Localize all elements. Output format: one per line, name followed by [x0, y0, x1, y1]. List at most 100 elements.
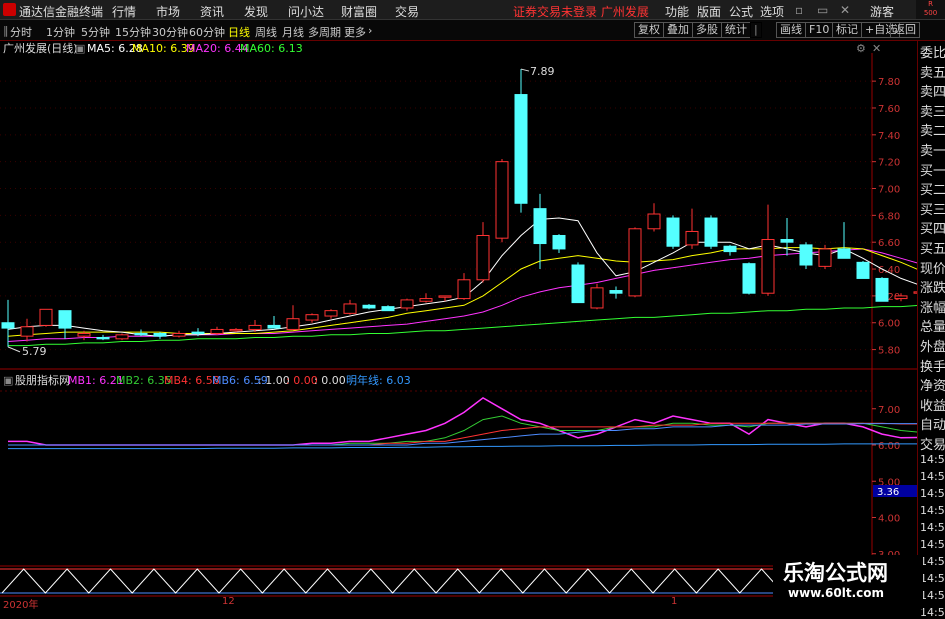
candle-down [799, 244, 813, 266]
menu-item-discover[interactable]: 发现 [244, 3, 268, 20]
guest-label[interactable]: 游客 [870, 3, 894, 20]
tab-monthly[interactable]: 月线 [282, 24, 304, 40]
y-tick-label: 6.00 [878, 441, 900, 452]
minimize-icon[interactable]: ▫ [795, 3, 803, 17]
y-tick-label: 5.80 [878, 346, 900, 357]
ma60-line [8, 305, 917, 347]
y-tick-label: 7.00 [878, 185, 900, 196]
main-chart-close-icon[interactable]: ✕ [872, 42, 881, 55]
candle-up [457, 279, 471, 300]
adjust-button[interactable]: 复权 [634, 22, 664, 38]
trade-time-label: 14:56 [920, 589, 945, 602]
corner-badge: R 500 [916, 0, 945, 19]
trade-time-label: 14:56 [920, 487, 945, 500]
candle-up [894, 295, 908, 300]
menu-item-function[interactable]: 功能 [665, 3, 689, 20]
statistics-button[interactable]: 统计 [721, 22, 751, 38]
tab-daily[interactable]: 日线 [228, 24, 250, 40]
menu-item-ask[interactable]: 问小达 [288, 3, 324, 20]
menu-item-market[interactable]: 市场 [156, 3, 180, 20]
trade-time-label: 14:56 [920, 453, 945, 466]
y-tick-label: 7.00 [878, 405, 900, 416]
indicator-settings-icon[interactable]: ▣ [3, 374, 13, 387]
candle-down [609, 290, 623, 294]
candle-up [229, 328, 243, 332]
chart-area[interactable]: 广州发展(日线) ▣ MA5: 6.28 MA10: 6.39 MA20: 6.… [0, 41, 917, 609]
tab-1min[interactable]: 1分钟 [46, 24, 75, 40]
candle-down [704, 217, 718, 247]
tab-5min[interactable]: 5分钟 [81, 24, 110, 40]
low-price-label: 5.79 [22, 345, 47, 358]
high-price-label: 7.89 [530, 65, 555, 78]
draw-button[interactable]: 画线 [776, 22, 806, 38]
mark-button[interactable]: 标记 [832, 22, 862, 38]
quote-panel-label[interactable]: 卖一 [920, 140, 945, 159]
quote-panel-label[interactable]: 净资 [920, 375, 945, 394]
tab-intraday[interactable]: 分时 [10, 24, 32, 40]
quote-panel-label[interactable]: 委比 [920, 42, 945, 61]
chevron-right-icon[interactable]: › [368, 24, 372, 37]
candle-up [400, 299, 414, 309]
y-tick-label: 6.80 [878, 211, 900, 222]
quote-panel-label[interactable]: 交易 [920, 434, 945, 453]
app-title: 通达信金融终端 [19, 5, 104, 19]
close-icon[interactable]: ✕ [840, 3, 850, 17]
candle-down [875, 277, 889, 302]
quote-panel-label[interactable]: 换手 [920, 356, 945, 375]
menu-item-formula[interactable]: 公式 [729, 3, 753, 20]
tab-30min[interactable]: 30分钟 [152, 24, 188, 40]
login-warning[interactable]: 证券交易未登录 广州发展 [513, 3, 649, 20]
quote-panel-label[interactable]: 买三 [920, 199, 945, 218]
watermark-banner: 乐淘公式网 www.60lt.com [773, 555, 923, 609]
trade-time-label: 14:56 [920, 538, 945, 551]
quote-panel-label[interactable]: 现价 [920, 258, 945, 277]
candle-down [1, 322, 15, 329]
candle-up [115, 334, 129, 340]
quote-panel-label[interactable]: 涨跌 [920, 277, 945, 296]
candle-up [77, 332, 91, 337]
back-button[interactable]: 返回 [890, 22, 920, 38]
candle-down [134, 332, 148, 336]
menu-item-layout[interactable]: 版面 [697, 3, 721, 20]
overlay-button[interactable]: 叠加 [663, 22, 693, 38]
window-icon[interactable]: ▭ [817, 3, 828, 17]
quote-panel-label[interactable]: 卖二 [920, 120, 945, 139]
menu-item-quotes[interactable]: 行情 [112, 3, 136, 20]
quote-panel-label[interactable]: 外盘 [920, 336, 945, 355]
indicator-marker-text: 3.36 [877, 487, 899, 498]
tab-more[interactable]: 更多 [344, 24, 366, 40]
indicator-title: 股朋指标网 [15, 373, 70, 387]
candle-up [590, 287, 604, 309]
quote-panel-label[interactable]: 自动 [920, 414, 945, 433]
quote-panel-label[interactable]: 买五 [920, 238, 945, 257]
main-chart-settings-icon[interactable]: ▣ [75, 42, 85, 55]
menu-item-options[interactable]: 选项 [760, 3, 784, 20]
quote-panel-label[interactable]: 卖五 [920, 62, 945, 81]
quote-panel-label[interactable]: 买四 [920, 218, 945, 237]
multi-stock-button[interactable]: 多股 [692, 22, 722, 38]
candle-down [666, 217, 680, 247]
tab-multi-period[interactable]: 多周期 [308, 24, 341, 40]
tab-weekly[interactable]: 周线 [255, 24, 277, 40]
main-chart-gear-icon[interactable]: ⚙ [856, 42, 866, 55]
menu-item-wealth[interactable]: 财富圈 [341, 3, 377, 20]
quote-panel-label[interactable]: 总量 [920, 316, 945, 335]
menu-item-trade[interactable]: 交易 [395, 3, 419, 20]
quote-panel-label[interactable]: 买二 [920, 179, 945, 198]
candle-up [647, 213, 661, 230]
quote-panel-label[interactable]: 卖四 [920, 81, 945, 100]
quote-panel-label[interactable]: 卖三 [920, 101, 945, 120]
tab-15min[interactable]: 15分钟 [115, 24, 151, 40]
low-price-leader [7, 346, 21, 353]
quote-panel-label[interactable]: 收益 [920, 395, 945, 414]
y-tick-label: 7.80 [878, 77, 900, 88]
candle-up [248, 324, 262, 330]
menu-item-news[interactable]: 资讯 [200, 3, 224, 20]
misc-value-3: : 0.00 [314, 374, 346, 387]
quote-panel-label[interactable]: 买一 [920, 160, 945, 179]
tab-bar-handle-icon: ‖ [3, 24, 9, 37]
tab-60min[interactable]: 60分钟 [189, 24, 225, 40]
f10-button[interactable]: F10 [805, 22, 834, 38]
candle-up [628, 228, 642, 297]
quote-panel-label[interactable]: 涨幅 [920, 297, 945, 316]
